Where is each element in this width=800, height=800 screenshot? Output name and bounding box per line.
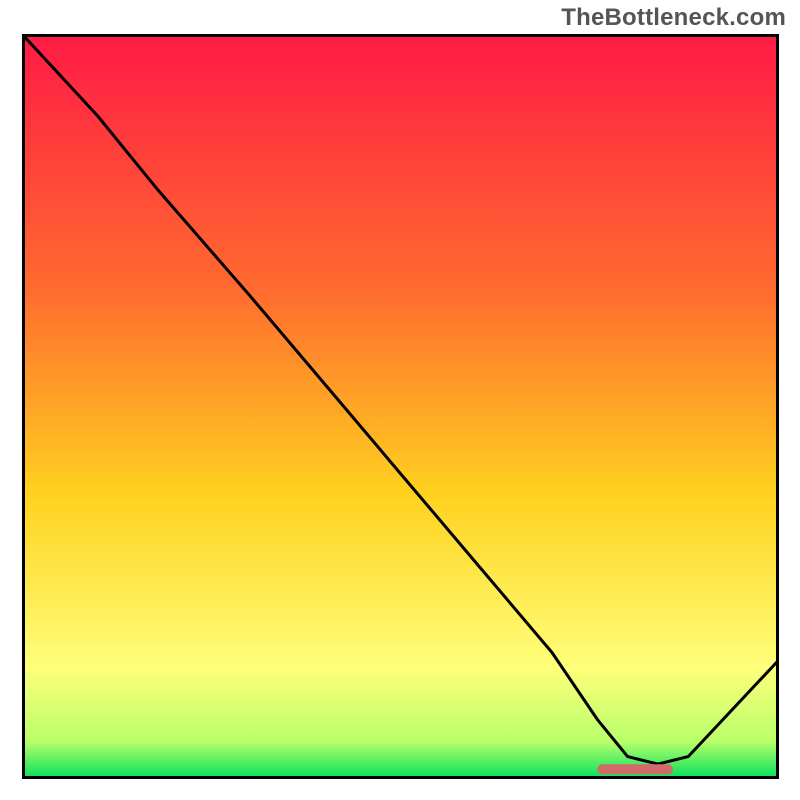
optimal-range-marker xyxy=(597,764,673,774)
chart-container: TheBottleneck.com xyxy=(0,0,800,800)
plot-svg xyxy=(22,34,779,779)
gradient-background xyxy=(22,34,779,779)
watermark-text: TheBottleneck.com xyxy=(561,4,786,32)
plot-frame xyxy=(22,34,779,779)
